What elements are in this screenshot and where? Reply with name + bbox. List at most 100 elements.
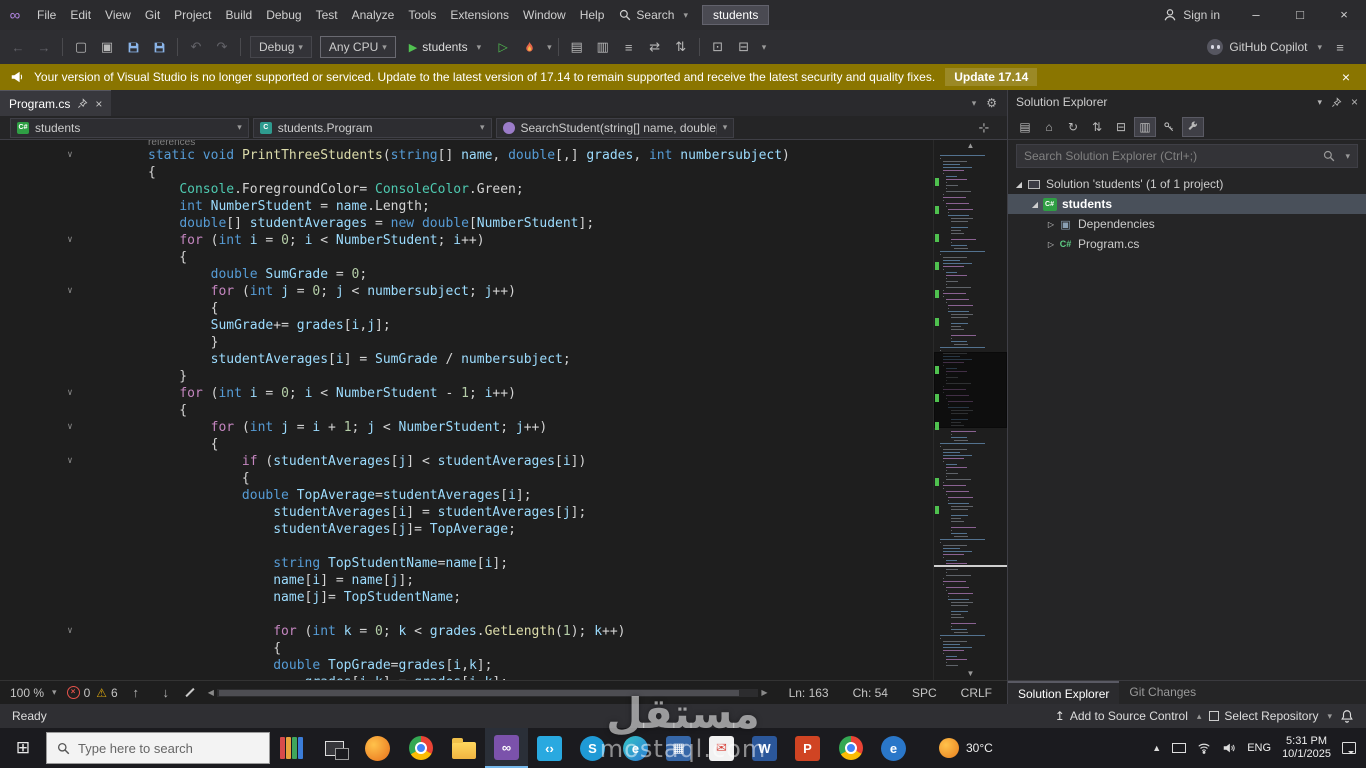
member-dropdown[interactable]: SearchStudent(string[] name, double[,] g…: [495, 117, 735, 138]
minimap-scrollbar[interactable]: ▲ ▼: [933, 140, 1007, 680]
tab-close-icon[interactable]: ×: [95, 97, 102, 111]
code-line[interactable]: double TopAverage=studentAverages[i];: [0, 487, 933, 504]
navigate-back-icon[interactable]: ←: [6, 35, 30, 59]
pin-icon[interactable]: [77, 98, 88, 109]
menu-item-extensions[interactable]: Extensions: [443, 0, 516, 30]
scroll-left-icon[interactable]: ◀: [208, 688, 214, 697]
clock[interactable]: 5:31 PM 10/1/2025: [1282, 735, 1331, 761]
menu-item-help[interactable]: Help: [573, 0, 612, 30]
column-indicator[interactable]: Ch: 54: [844, 686, 897, 700]
menu-item-window[interactable]: Window: [516, 0, 573, 30]
menu-item-project[interactable]: Project: [167, 0, 218, 30]
collapse-all-icon[interactable]: ⇅: [1086, 117, 1108, 137]
code-line[interactable]: studentAverages[i] = SumGrade / numbers​…: [0, 351, 933, 368]
split-window-icon[interactable]: ⊹: [967, 120, 1001, 136]
taskbar-search-input[interactable]: [78, 740, 259, 756]
open-file-icon[interactable]: ▣: [95, 35, 119, 59]
menu-item-view[interactable]: View: [98, 0, 138, 30]
code-line[interactable]: ∨ for (int k = 0; k < grades.GetLength(1…: [0, 623, 933, 640]
tree-collapsed-arrow-icon[interactable]: ▷: [1044, 240, 1058, 249]
code-line[interactable]: grades[i,k] = grades[i,k];: [0, 674, 933, 680]
code-line[interactable]: studentAverages[j]= TopAverage;: [0, 521, 933, 538]
code-line[interactable]: }: [0, 334, 933, 351]
taskbar-app-chrome-2[interactable]: [829, 728, 872, 768]
code-line[interactable]: ∨ static void PrintThreeStudents(string[]…: [0, 147, 933, 164]
error-count[interactable]: 0: [84, 686, 91, 700]
solution-search-box[interactable]: ▾: [1016, 144, 1358, 168]
search-options-chevron-icon[interactable]: ▾: [1345, 151, 1350, 162]
code-line[interactable]: {: [0, 470, 933, 487]
menu-item-build[interactable]: Build: [219, 0, 260, 30]
key-icon[interactable]: [1158, 117, 1180, 137]
columns-icon[interactable]: ▥: [591, 35, 615, 59]
undo-icon[interactable]: ↶: [184, 35, 208, 59]
scroll-up-icon[interactable]: ▲: [934, 140, 1007, 152]
code-line[interactable]: studentAverages[i] = studentAverages[j];: [0, 504, 933, 521]
taskbar-app-edge[interactable]: e: [614, 728, 657, 768]
errors-icon[interactable]: ×: [66, 686, 80, 699]
hscroll-thumb[interactable]: [218, 689, 739, 696]
next-issue-icon[interactable]: ↓: [154, 681, 178, 705]
menu-item-search[interactable]: Search ▾: [611, 0, 696, 30]
fold-chevron-icon[interactable]: ∨: [62, 284, 78, 299]
warning-count[interactable]: 6: [111, 686, 118, 700]
code-line[interactable]: double SumGrade = 0;: [0, 266, 933, 283]
platform-dropdown[interactable]: Any CPU ▾: [319, 36, 396, 58]
menu-item-debug[interactable]: Debug: [259, 0, 308, 30]
menu-item-edit[interactable]: Edit: [63, 0, 98, 30]
taskbar-app-powerpoint[interactable]: P: [786, 728, 829, 768]
scroll-right-icon[interactable]: ▶: [761, 688, 767, 697]
code-line[interactable]: ∨ for (int i = 0; i < NumberStudent; i++…: [0, 232, 933, 249]
tree-item-program-cs[interactable]: ▷ C# Program.cs: [1008, 234, 1366, 254]
menu-item-git[interactable]: Git: [138, 0, 167, 30]
notifications-bell-icon[interactable]: [1340, 709, 1354, 723]
solution-search-input[interactable]: [1024, 149, 1318, 163]
zoom-dropdown[interactable]: 100 % ▾: [6, 686, 61, 700]
minimap-viewport[interactable]: [934, 352, 1007, 428]
switch-views-icon[interactable]: ▤: [1014, 117, 1036, 137]
type-dropdown[interactable]: C students.Program ▾: [252, 117, 492, 138]
code-line[interactable]: {: [0, 300, 933, 317]
new-file-icon[interactable]: ▢: [69, 35, 93, 59]
code-line[interactable]: [0, 538, 933, 555]
close-button[interactable]: ×: [1322, 0, 1366, 30]
github-copilot-button[interactable]: GitHub Copilot ▾ ≡: [1199, 35, 1360, 59]
prev-issue-icon[interactable]: ↑: [124, 681, 148, 705]
code-line[interactable]: name[j]= TopStudentName;: [0, 589, 933, 606]
start-button[interactable]: ⊞: [0, 728, 46, 768]
panel-pin-icon[interactable]: [1331, 96, 1342, 108]
indent-icon[interactable]: ⇄: [643, 35, 667, 59]
start-without-debug-icon[interactable]: ▷: [491, 35, 515, 59]
code-line[interactable]: {: [0, 640, 933, 657]
taskbar-app-vs-code[interactable]: ‹›: [528, 728, 571, 768]
tab-list-chevron-icon[interactable]: ▾: [972, 98, 977, 109]
menu-item-file[interactable]: File: [30, 0, 63, 30]
word-wrap-icon[interactable]: ≡: [617, 35, 641, 59]
speaker-icon[interactable]: [1222, 741, 1236, 755]
code-line[interactable]: ∨ for (int j = 0; j < numbersubject; j++…: [0, 283, 933, 300]
document-outline-icon[interactable]: ▤: [565, 35, 589, 59]
code-line[interactable]: [0, 606, 933, 623]
taskbar-search-box[interactable]: [46, 732, 270, 764]
taskbar-app-calculator[interactable]: ▦: [657, 728, 700, 768]
code-line[interactable]: ∨ for (int i = 0; i < NumberStudent - 1;…: [0, 385, 933, 402]
panel-tab-solution-explorer[interactable]: Solution Explorer: [1008, 681, 1120, 704]
code-line[interactable]: ∨ for (int j = i + 1; j < NumberStudent;…: [0, 419, 933, 436]
add-to-source-control-button[interactable]: ↥ Add to Source Control ▴: [1055, 709, 1202, 723]
bookmark-list-icon[interactable]: ⊟: [732, 35, 756, 59]
fold-chevron-icon[interactable]: ∨: [62, 454, 78, 469]
code-line[interactable]: SumGrade+= grades[i,j];: [0, 317, 933, 334]
code-line[interactable]: double TopGrade=grades[i,k];: [0, 657, 933, 674]
fold-chevron-icon[interactable]: ∨: [62, 624, 78, 639]
wifi-icon[interactable]: [1197, 741, 1211, 755]
line-indicator[interactable]: Ln: 163: [780, 686, 838, 700]
tree-expanded-arrow-icon[interactable]: ◢: [1028, 200, 1042, 209]
code-line[interactable]: }: [0, 368, 933, 385]
tree-item-students[interactable]: ◢ C# students: [1008, 194, 1366, 214]
maximize-button[interactable]: □: [1278, 0, 1322, 30]
panel-menu-chevron-icon[interactable]: ▾: [1317, 97, 1322, 108]
space-indicator[interactable]: SPC: [903, 686, 946, 700]
sync-with-active-document-icon[interactable]: ⊟: [1110, 117, 1132, 137]
action-center-icon[interactable]: [1342, 742, 1356, 754]
tab-options-gear-icon[interactable]: ⚙: [986, 96, 997, 110]
